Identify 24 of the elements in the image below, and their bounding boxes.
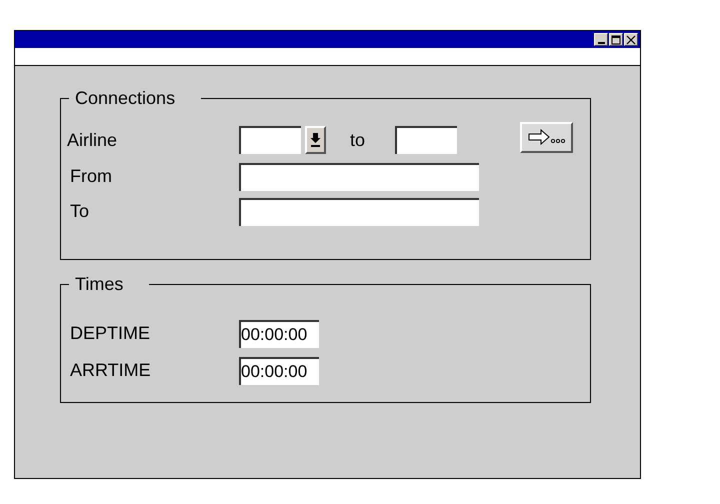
field-label: DEPTIME — [69, 323, 152, 344]
group-title: Connections — [74, 88, 176, 109]
close-button[interactable] — [624, 33, 638, 46]
group-title: Times — [74, 274, 124, 295]
down-arrow-icon — [310, 132, 321, 148]
input-field[interactable] — [239, 198, 479, 226]
minimize-icon — [598, 42, 604, 44]
dropdown-button[interactable] — [305, 126, 326, 154]
maximize-icon — [611, 34, 621, 44]
maximize-button[interactable] — [609, 33, 623, 46]
airline-from-field[interactable] — [239, 126, 301, 154]
field-label: ARRTIME — [69, 360, 152, 381]
airline-to-field[interactable] — [395, 126, 458, 154]
range-label: to — [350, 130, 366, 150]
minimize-button[interactable] — [594, 33, 608, 46]
input-field[interactable] — [239, 162, 479, 190]
time-field[interactable]: 00:00:00 — [239, 356, 319, 384]
field-label: Airline — [67, 130, 118, 150]
field-label: From — [69, 166, 113, 187]
field-label: To — [69, 201, 90, 222]
time-field[interactable]: 00:00:00 — [239, 320, 319, 348]
arrow-dots-icon — [528, 129, 566, 145]
close-icon — [626, 34, 636, 44]
multiple-selection-button[interactable] — [520, 122, 574, 152]
